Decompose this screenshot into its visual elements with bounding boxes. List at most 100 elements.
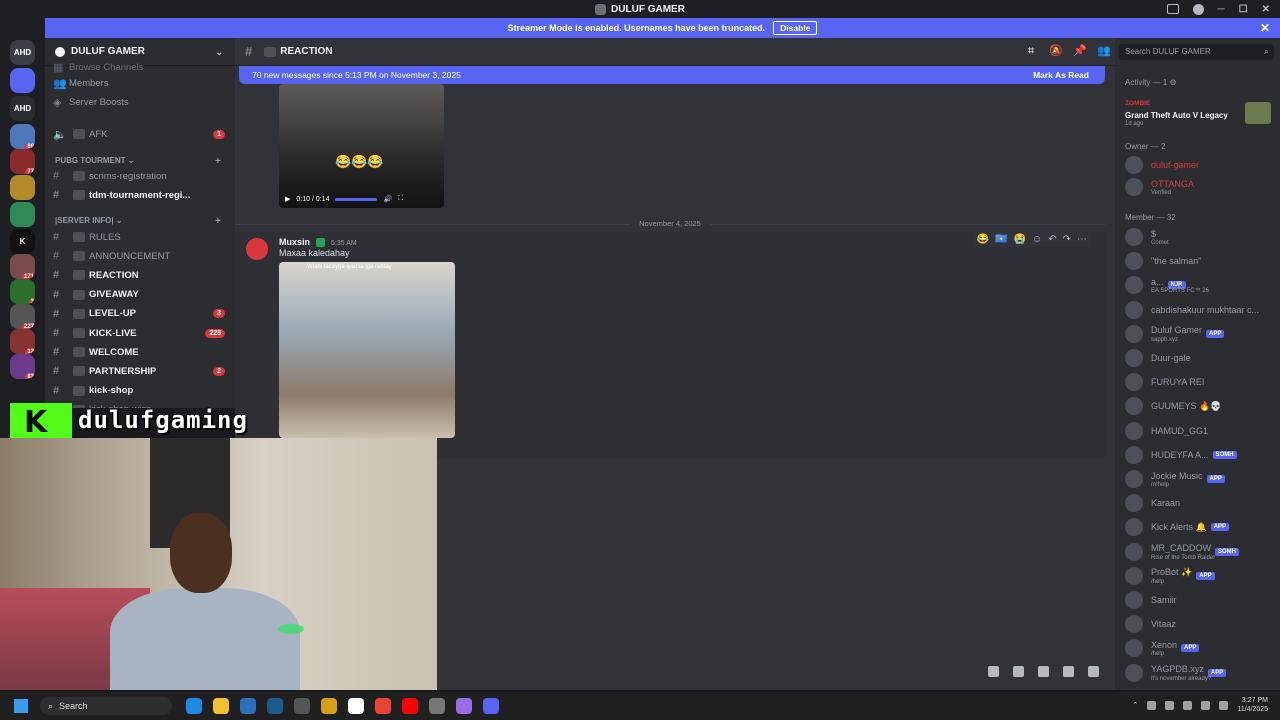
close-button[interactable]: ✕ [1262, 4, 1270, 15]
members-item[interactable]: 👥 Members [53, 74, 229, 92]
notification-bell-icon[interactable]: 🔕 [1049, 45, 1063, 57]
server-icon-8[interactable]: 171 [10, 254, 35, 279]
taskbar-search[interactable]: ⌕ Search [40, 697, 172, 715]
category-pubg[interactable]: PUBG TOURMENT ⌄ + [55, 156, 221, 167]
channel-giveaway[interactable]: # GIVEAWAY [53, 286, 229, 304]
gif-icon[interactable] [1013, 666, 1024, 677]
member-item[interactable]: GUUMEYS 🔥💀 [1125, 395, 1275, 417]
app-icon[interactable] [294, 698, 310, 714]
category-server-info[interactable]: |SERVER INFO| ⌄ + [55, 216, 221, 227]
member-item[interactable]: cabdishakuur mukhtaar c... [1125, 299, 1275, 321]
chrome-icon[interactable] [375, 698, 391, 714]
new-messages-bar[interactable]: 70 new messages since 5:13 PM on Novembe… [239, 66, 1105, 84]
minimize-button[interactable]: ─ [1218, 4, 1225, 15]
message-author[interactable]: Muxsin [279, 237, 310, 247]
member-item[interactable]: FURUYA REI [1125, 371, 1275, 393]
member-item[interactable]: "the salman" [1125, 250, 1275, 272]
search-input[interactable]: Search DULUF GAMER ⌕ [1119, 44, 1274, 60]
play-icon[interactable]: ▶ [285, 195, 290, 203]
forward-icon[interactable]: ↷ [1063, 234, 1071, 245]
member-item[interactable]: Karaan [1125, 492, 1275, 514]
mic-icon[interactable] [1165, 700, 1175, 710]
battery-icon[interactable] [1219, 700, 1229, 710]
member-item[interactable]: duluf-gamer [1125, 154, 1275, 176]
more-icon[interactable]: ⋯ [1077, 234, 1087, 245]
server-icon-12[interactable]: 83 [10, 354, 35, 379]
gift-icon[interactable] [988, 666, 999, 677]
vscode-icon[interactable] [267, 698, 283, 714]
volume-icon[interactable]: 🔊 [383, 195, 392, 203]
server-icon-1[interactable] [10, 68, 35, 93]
edge-icon[interactable] [186, 698, 202, 714]
member-item[interactable]: HUDEYFA A... SOMH [1125, 444, 1275, 466]
channel-announcement[interactable]: # ANNOUNCEMENT [53, 247, 229, 265]
server-icon-3[interactable]: 89 [10, 124, 35, 149]
channel-reaction[interactable]: # REACTION [53, 266, 229, 284]
server-icon-9[interactable]: 3 [10, 279, 35, 304]
member-item[interactable]: Jockie Music APP m!help [1125, 468, 1275, 490]
fullscreen-icon[interactable]: ⛶ [398, 195, 403, 203]
reaction-laugh-icon[interactable]: 😂 [977, 234, 989, 245]
reaction-cry-icon[interactable]: 😭 [1014, 234, 1026, 245]
channel-rules[interactable]: # RULES [53, 228, 229, 246]
reply-icon[interactable]: ↶ [1048, 234, 1056, 245]
server-icon-4[interactable]: 77 [10, 149, 35, 174]
yandex-icon[interactable] [348, 698, 364, 714]
chevron-down-icon[interactable]: ⌄ [215, 47, 223, 58]
server-icon-10[interactable]: 227 [10, 304, 35, 329]
server-icon-11[interactable]: 12 [10, 329, 35, 354]
volume-slider[interactable] [335, 197, 378, 201]
member-item[interactable]: Xenon APP/help [1125, 637, 1275, 659]
member-item[interactable]: HAMUD_GG1 [1125, 420, 1275, 442]
member-item[interactable]: Duluf Gamer APP sapph.xyz [1125, 323, 1275, 345]
sticker-icon[interactable] [1038, 666, 1049, 677]
obs-icon[interactable] [429, 698, 445, 714]
tray-icon[interactable] [1147, 700, 1157, 710]
add-reaction-icon[interactable]: ☺ [1032, 234, 1042, 245]
server-boosts-item[interactable]: ◈ Server Boosts [53, 93, 229, 111]
server-icon-5[interactable] [10, 175, 35, 200]
maximize-button[interactable]: ☐ [1239, 4, 1248, 15]
avatar[interactable] [246, 238, 268, 260]
add-channel-icon[interactable]: + [215, 156, 221, 167]
channel-welcome[interactable]: # WELCOME [53, 343, 229, 361]
app-icon[interactable] [456, 698, 472, 714]
mark-as-read-button[interactable]: Mark As Read [1033, 70, 1089, 80]
message-image-attachment[interactable]: Wlahi facayga iyadsa iga rebtay [279, 262, 455, 438]
channel-partnership[interactable]: # PARTNERSHIP 2 [53, 362, 229, 380]
voice-channel-afk[interactable]: 🔈 AFK 1 [53, 125, 229, 143]
file-explorer-icon[interactable] [213, 698, 229, 714]
pin-icon[interactable]: 📌 [1073, 45, 1087, 57]
member-item[interactable]: a... NJR EA SPORTS FC™ 26 [1125, 274, 1275, 296]
discord-icon[interactable] [483, 698, 499, 714]
emoji-icon[interactable] [1063, 666, 1074, 677]
channel-kick-shop[interactable]: # kick-shop [53, 382, 229, 400]
wifi-icon[interactable] [1183, 700, 1193, 710]
channel-level-up[interactable]: # LEVEL-UP 3 [53, 305, 229, 323]
member-item[interactable]: MR_CADDOW SOMH Rise of the Tomb Raider [1125, 541, 1275, 563]
member-item[interactable]: Kick Alerts 🔔 APP [1125, 516, 1275, 538]
tray-overflow-icon[interactable]: ⌃ [1133, 701, 1139, 709]
windows-start-icon[interactable] [14, 699, 28, 713]
member-item[interactable]: Vitaaz [1125, 613, 1275, 635]
member-list-icon[interactable]: 👥 [1097, 45, 1111, 57]
disable-streamer-mode-button[interactable]: Disable [773, 21, 818, 35]
apps-icon[interactable] [1088, 666, 1099, 677]
volume-icon[interactable] [1201, 700, 1211, 710]
threads-icon[interactable]: ⌗ [1025, 45, 1037, 57]
store-icon[interactable] [240, 698, 256, 714]
server-icon-6[interactable] [10, 202, 35, 227]
server-icon-7[interactable]: K [10, 229, 35, 254]
reaction-flag-icon[interactable]: 🇸🇴 [995, 234, 1007, 245]
add-channel-icon[interactable]: + [215, 216, 221, 227]
channel-scrims-registration[interactable]: # scrims-registration [53, 167, 229, 185]
help-icon[interactable] [1192, 3, 1204, 15]
member-item[interactable]: YAGPDB.xyz APP it's november already? [1125, 662, 1275, 684]
server-icon-0[interactable]: AHD [10, 40, 35, 65]
member-item[interactable]: $ Comet [1125, 226, 1275, 248]
member-item[interactable]: OTTANGA Verified [1125, 176, 1275, 198]
channel-tdm-tournament-regi-[interactable]: # tdm-tournament-regi... [53, 186, 229, 204]
member-item[interactable]: ProBot ✨ APP/help [1125, 565, 1275, 587]
channel-kick-live[interactable]: # KICK-LIVE 228 [53, 324, 229, 342]
video-attachment[interactable]: 😂😂😂 ▶ 0:10 / 0:14 🔊 ⛶ [279, 84, 444, 208]
